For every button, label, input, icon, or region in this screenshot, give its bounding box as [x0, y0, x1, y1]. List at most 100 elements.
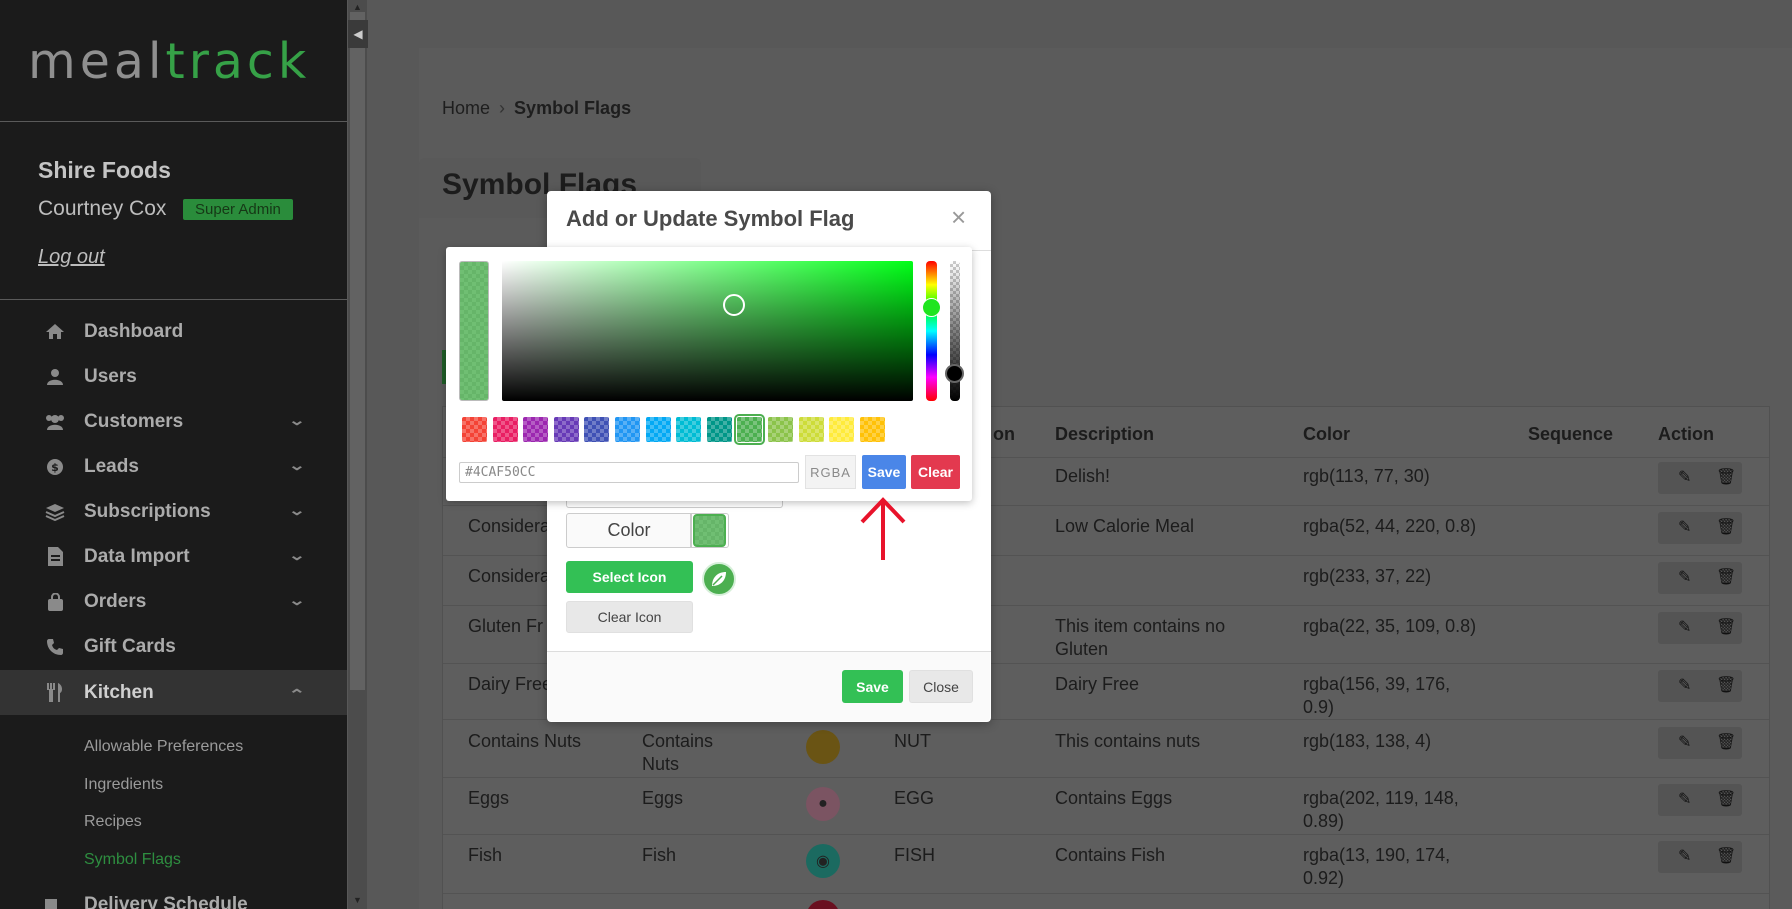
color-swatch[interactable]: [798, 417, 824, 442]
egg-icon: ●: [806, 787, 840, 821]
trash-icon[interactable]: 🗑: [1716, 467, 1736, 487]
chevron-up-icon[interactable]: ⌄: [288, 685, 306, 702]
alpha-slider-handle[interactable]: [945, 364, 964, 383]
edit-icon[interactable]: ✎: [1678, 789, 1691, 809]
picker-clear-button[interactable]: Clear: [911, 455, 960, 489]
users-icon: [42, 413, 68, 430]
picker-save-button[interactable]: Save: [862, 455, 906, 489]
nav-item-gift-cards[interactable]: Gift Cards: [0, 624, 347, 669]
chevron-down-icon[interactable]: ⌄: [288, 457, 306, 474]
nav-sub-allowable-preferences[interactable]: Allowable Preferences: [84, 738, 243, 756]
edit-icon[interactable]: ✎: [1678, 617, 1691, 637]
sidebar-scrollbar[interactable]: ▲ ▼: [348, 0, 367, 909]
color-swatch[interactable]: [676, 417, 702, 442]
company-name: Shire Foods: [38, 157, 171, 183]
chevron-down-icon[interactable]: ⌄: [288, 502, 306, 519]
edit-icon[interactable]: ✎: [1678, 517, 1691, 537]
trash-icon[interactable]: 🗑: [1716, 846, 1736, 866]
row-actions: ✎ 🗑: [1658, 612, 1742, 644]
nav-item-leads[interactable]: $ Leads ⌄: [0, 444, 347, 489]
cell-name: Dairy Free: [468, 674, 553, 694]
nav-item-data-import[interactable]: Data Import ⌄: [0, 534, 347, 579]
current-color-preview: [459, 261, 489, 401]
trash-icon[interactable]: 🗑: [1716, 732, 1736, 752]
saturation-cursor[interactable]: [723, 294, 745, 316]
row-divider: [443, 834, 1769, 835]
hue-slider-handle[interactable]: [922, 298, 941, 317]
select-icon-button[interactable]: Select Icon: [566, 561, 693, 593]
close-icon[interactable]: ×: [951, 202, 966, 233]
edit-icon[interactable]: ✎: [1678, 675, 1691, 695]
color-swatch[interactable]: [615, 417, 640, 442]
scroll-up-arrow[interactable]: ▲: [348, 2, 367, 12]
cell-color: rgba(13, 190, 174, 0.92): [1303, 845, 1451, 888]
color-swatch[interactable]: [462, 417, 487, 442]
nav-sub-ingredients[interactable]: Ingredients: [84, 776, 163, 794]
color-swatch[interactable]: [645, 417, 671, 442]
cell-description: This item contains no Gluten: [1055, 616, 1226, 659]
row-actions: ✎ 🗑: [1658, 784, 1742, 816]
nav-label: Kitchen: [84, 681, 154, 703]
layers-icon: [42, 503, 68, 521]
color-swatch[interactable]: [768, 417, 793, 442]
trash-icon[interactable]: 🗑: [1716, 617, 1736, 637]
color-mode-toggle[interactable]: RGBA: [805, 455, 856, 489]
app-logo[interactable]: mealtrack: [28, 34, 310, 90]
nav-item-customers[interactable]: Customers ⌄: [0, 399, 347, 444]
breadcrumb-home[interactable]: Home: [442, 98, 490, 118]
saturation-brightness-area[interactable]: [502, 261, 913, 401]
form-field-edge[interactable]: [566, 501, 783, 508]
edit-icon[interactable]: ✎: [1678, 567, 1691, 587]
color-swatch[interactable]: [553, 417, 579, 442]
logout-link[interactable]: Log out: [38, 246, 105, 269]
nav-item-kitchen[interactable]: Kitchen ⌄: [0, 670, 347, 715]
modal-close-button[interactable]: Close: [909, 670, 973, 703]
nav-label: Leads: [84, 455, 139, 477]
trash-icon[interactable]: 🗑: [1716, 517, 1736, 537]
nav-item-users[interactable]: Users: [0, 354, 347, 399]
color-chip: [693, 514, 726, 547]
nav-item-orders[interactable]: Orders ⌄: [0, 579, 347, 624]
edit-icon[interactable]: ✎: [1678, 846, 1691, 866]
color-swatch[interactable]: [859, 417, 885, 442]
annotation-arrow-icon: [860, 497, 906, 560]
collapse-sidebar-button[interactable]: ◀: [348, 20, 368, 48]
color-swatch[interactable]: [734, 414, 766, 445]
user-name: Courtney Cox: [38, 197, 167, 220]
trash-icon[interactable]: 🗑: [1716, 675, 1736, 695]
color-swatch[interactable]: [706, 417, 732, 442]
color-swatch[interactable]: [523, 417, 549, 442]
nav-sub-recipes[interactable]: Recipes: [84, 813, 142, 831]
nav-sub-symbol-flags[interactable]: Symbol Flags: [84, 851, 181, 869]
cell-color: rgba(156, 39, 176, 0.9): [1303, 674, 1451, 717]
hex-input[interactable]: #4CAF50CC: [459, 462, 799, 483]
edit-icon[interactable]: ✎: [1678, 467, 1691, 487]
breadcrumb-separator: ›: [499, 98, 506, 118]
color-swatch-button[interactable]: [690, 513, 729, 548]
scrollbar-thumb[interactable]: [350, 12, 365, 690]
chevron-down-icon[interactable]: ⌄: [288, 412, 306, 429]
nav-item-dashboard[interactable]: Dashboard: [0, 309, 347, 354]
color-swatch[interactable]: [584, 417, 610, 442]
trash-icon[interactable]: 🗑: [1716, 789, 1736, 809]
scroll-down-arrow[interactable]: ▼: [348, 895, 367, 905]
nav-label: Customers: [84, 410, 184, 432]
cell-description: Dairy Free: [1055, 674, 1140, 694]
row-divider: [443, 893, 1769, 894]
row-actions: ✎ 🗑: [1658, 562, 1742, 594]
clear-icon-button[interactable]: Clear Icon: [566, 601, 693, 633]
nav-label: Subscriptions: [84, 500, 211, 522]
modal-save-button[interactable]: Save: [842, 670, 903, 703]
nav-item-delivery-schedule[interactable]: Delivery Schedule: [0, 890, 347, 909]
color-swatch[interactable]: [829, 417, 855, 442]
cell-color: rgb(113, 77, 30): [1303, 466, 1430, 486]
nav-item-subscriptions[interactable]: Subscriptions ⌄: [0, 489, 347, 534]
cell-description: This contains nuts: [1055, 731, 1201, 751]
hue-slider[interactable]: [926, 261, 937, 401]
chevron-down-icon[interactable]: ⌄: [288, 592, 306, 609]
chevron-down-icon[interactable]: ⌄: [288, 547, 306, 564]
trash-icon[interactable]: 🗑: [1716, 567, 1736, 587]
color-swatch[interactable]: [492, 417, 518, 442]
edit-icon[interactable]: ✎: [1678, 732, 1691, 752]
leaf-icon: [702, 562, 736, 596]
